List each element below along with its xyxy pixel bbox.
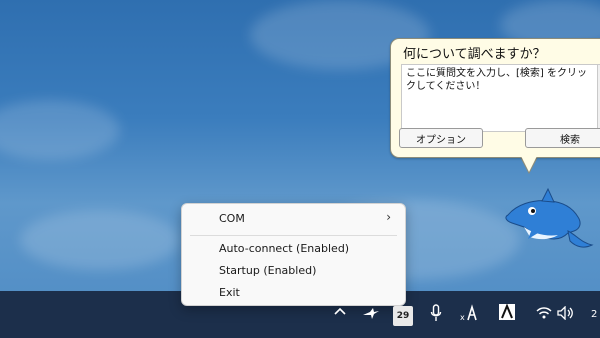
chevron-up-icon[interactable]	[333, 305, 347, 323]
badge-app-icon[interactable]: 29	[393, 306, 413, 326]
question-input[interactable]: ここに質問文を入力し、[検索] をクリックしてください！	[401, 64, 600, 132]
bird-app-icon[interactable]	[362, 306, 380, 324]
assistant-title: 何について調べますか？	[403, 47, 546, 62]
wallpaper-cloud	[0, 100, 120, 160]
menu-item-startup[interactable]: Startup (Enabled)	[219, 264, 316, 277]
clock-text[interactable]: 2	[591, 309, 597, 320]
chevron-right-icon: ›	[386, 210, 391, 224]
dolphin-assistant-icon[interactable]	[502, 187, 598, 261]
speaker-icon[interactable]	[557, 305, 575, 324]
x-a-app-icon[interactable]: x	[460, 304, 478, 326]
wallpaper-cloud	[20, 210, 180, 270]
assistant-balloon: 何について調べますか？ ここに質問文を入力し、[検索] をクリックしてください！…	[390, 38, 600, 158]
menu-item-auto-connect[interactable]: Auto-connect (Enabled)	[219, 242, 349, 255]
microphone-icon[interactable]	[430, 304, 442, 326]
a-app-icon[interactable]	[498, 303, 516, 325]
menu-separator	[190, 235, 397, 236]
wifi-icon[interactable]	[536, 306, 552, 324]
options-button[interactable]: オプション	[399, 128, 483, 148]
svg-text:x: x	[460, 313, 465, 322]
search-button[interactable]: 検索	[525, 128, 600, 148]
menu-item-label: COM	[219, 212, 245, 225]
menu-item-com[interactable]: COM	[219, 212, 389, 225]
menu-item-exit[interactable]: Exit	[219, 286, 240, 299]
tray-context-menu: COM › Auto-connect (Enabled) Startup (En…	[181, 203, 406, 306]
balloon-tail	[520, 154, 538, 172]
